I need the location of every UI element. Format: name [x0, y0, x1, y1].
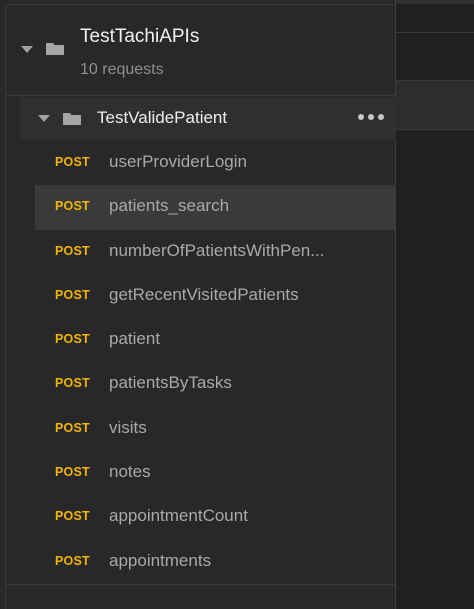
right-pane-divider	[396, 0, 474, 4]
request-name: visits	[109, 417, 147, 437]
request-item[interactable]: POST notes	[35, 451, 396, 495]
collection-name[interactable]: TestTachiAPIs	[80, 26, 199, 48]
request-item[interactable]: POST patients_search	[35, 185, 396, 230]
request-item[interactable]: POST patientsByTasks	[35, 362, 396, 406]
method-badge: POST	[55, 376, 90, 391]
method-badge: POST	[55, 243, 90, 258]
request-list: POST userProviderLogin POST patients_searc…	[35, 141, 396, 584]
request-item[interactable]: POST appointmentCount	[35, 495, 396, 539]
method-badge: POST	[55, 509, 90, 524]
request-item[interactable]: POST patient	[35, 318, 396, 362]
right-pane-tab-strip	[396, 80, 474, 130]
request-name: getRecentVisitedPatients	[109, 284, 299, 304]
method-badge: POST	[55, 420, 90, 435]
collection-request-count: 10 requests	[80, 61, 164, 78]
request-item[interactable]: POST userProviderLogin	[35, 141, 396, 185]
request-name: userProviderLogin	[109, 152, 247, 171]
request-item[interactable]: POST getRecentVisitedPatients	[35, 274, 396, 318]
more-horizontal-icon[interactable]	[358, 112, 384, 122]
folder-name[interactable]: TestValidePatient	[97, 108, 227, 128]
method-badge: POST	[55, 332, 90, 347]
folder-row[interactable]: TestValidePatient	[20, 97, 396, 140]
caret-down-icon[interactable]	[21, 46, 33, 53]
method-badge: POST	[55, 553, 90, 568]
collections-sidebar: TestTachiAPIs 10 requests TestValidePati…	[0, 0, 396, 609]
caret-down-icon[interactable]	[38, 115, 50, 122]
request-name: patientsByTasks	[109, 373, 232, 393]
request-name: patient	[109, 329, 161, 349]
collection-header[interactable]: TestTachiAPIs 10 requests	[6, 5, 396, 96]
method-badge: POST	[55, 287, 90, 302]
divider	[6, 584, 396, 585]
request-name: notes	[109, 462, 151, 482]
request-name: appointments	[109, 550, 212, 570]
method-badge: POST	[55, 199, 90, 214]
request-item[interactable]: POST appointments	[35, 540, 396, 584]
request-name: patients_search	[109, 196, 230, 216]
request-name: appointmentCount	[109, 506, 248, 526]
method-badge: POST	[55, 465, 90, 480]
request-item[interactable]: POST numberOfPatientsWithPen...	[35, 230, 396, 274]
folder-icon	[46, 42, 64, 55]
right-pane-divider	[396, 32, 474, 33]
request-name: numberOfPatientsWithPen...	[109, 240, 325, 260]
right-pane-edge	[396, 0, 474, 609]
request-item[interactable]: POST visits	[35, 407, 396, 451]
method-badge: POST	[55, 155, 90, 169]
folder-icon	[63, 112, 81, 125]
